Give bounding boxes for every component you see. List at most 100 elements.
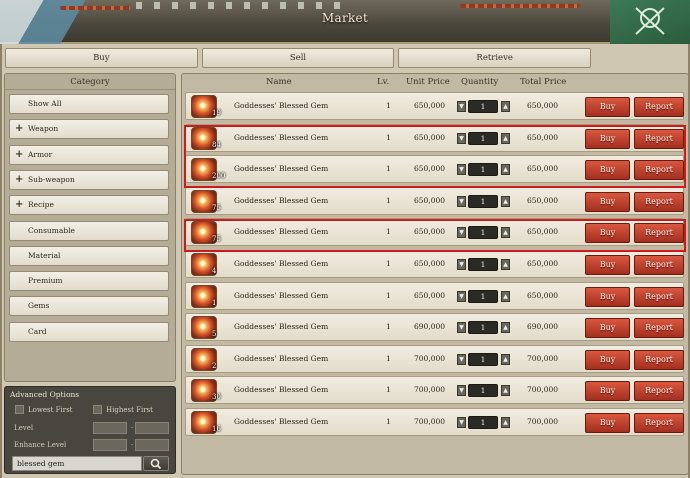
decrease-arrow-icon[interactable]: ▼ xyxy=(457,195,466,207)
buy-button[interactable]: Buy xyxy=(585,191,630,212)
table-row: 200 Goddesses' Blessed Gem 1 650,000 ▼ 1 ▲ 650,… xyxy=(185,155,684,184)
quantity-input[interactable]: 1 xyxy=(468,289,498,303)
buy-button[interactable]: Buy xyxy=(585,286,630,307)
expand-plus-icon[interactable]: + xyxy=(15,196,23,214)
item-level: 1 xyxy=(386,227,391,237)
search-button[interactable] xyxy=(143,456,169,471)
report-button[interactable]: Report xyxy=(634,128,684,149)
increase-arrow-icon[interactable]: ▲ xyxy=(501,164,510,176)
buy-button[interactable]: Buy xyxy=(585,97,630,117)
lowest-first-checkbox[interactable]: Lowest First xyxy=(15,405,72,414)
increase-arrow-icon[interactable]: ▲ xyxy=(501,259,510,270)
tab-sell[interactable]: Sell xyxy=(201,48,395,68)
category-item[interactable]: + Recipe xyxy=(9,195,169,216)
buy-button[interactable]: Buy xyxy=(585,255,630,275)
total-price: 650,000 xyxy=(527,290,559,300)
increase-arrow-icon[interactable]: ▲ xyxy=(501,353,510,365)
item-name: Goddesses' Blessed Gem xyxy=(234,290,329,300)
enhance-max-input[interactable] xyxy=(135,439,169,451)
decrease-arrow-icon[interactable]: ▼ xyxy=(457,132,466,144)
checkbox-icon xyxy=(15,405,24,414)
level-max-input[interactable] xyxy=(135,422,169,434)
report-button[interactable]: Report xyxy=(634,349,684,370)
level-min-input[interactable] xyxy=(93,422,127,434)
quantity-input[interactable]: 1 xyxy=(468,131,498,145)
decrease-arrow-icon[interactable]: ▼ xyxy=(457,353,466,365)
quantity-input[interactable]: 1 xyxy=(468,100,498,113)
quantity-input[interactable]: 1 xyxy=(468,352,498,366)
increase-arrow-icon[interactable]: ▲ xyxy=(501,132,510,144)
category-item[interactable]: Consumable xyxy=(9,220,169,241)
buy-button[interactable]: Buy xyxy=(585,223,630,244)
decrease-arrow-icon[interactable]: ▼ xyxy=(457,385,466,397)
expand-plus-icon[interactable]: + xyxy=(15,120,23,138)
report-button[interactable]: Report xyxy=(634,413,684,433)
buy-button[interactable]: Buy xyxy=(585,318,630,339)
category-item[interactable]: + Sub-weapon xyxy=(9,169,169,190)
quantity-input[interactable]: 1 xyxy=(468,416,498,429)
buy-button[interactable]: Buy xyxy=(585,381,630,402)
expand-plus-icon[interactable]: + xyxy=(15,146,23,164)
buy-button[interactable]: Buy xyxy=(585,160,630,181)
tab-buy[interactable]: Buy xyxy=(5,48,198,68)
decrease-arrow-icon[interactable]: ▼ xyxy=(457,227,466,239)
category-item[interactable]: + Armor xyxy=(9,144,169,165)
quantity-input[interactable]: 1 xyxy=(468,321,498,335)
decrease-arrow-icon[interactable]: ▼ xyxy=(457,101,466,112)
quantity-stepper: ▼ 1 ▲ xyxy=(457,163,510,177)
increase-arrow-icon[interactable]: ▲ xyxy=(501,101,510,112)
advanced-options: Advanced Options Lowest First Highest Fi… xyxy=(4,386,176,474)
quantity-input[interactable]: 1 xyxy=(468,163,498,177)
rope-decoration-right xyxy=(460,4,580,8)
quantity-stepper: ▼ 1 ▲ xyxy=(457,384,510,398)
category-item[interactable]: Card xyxy=(9,321,169,342)
decrease-arrow-icon[interactable]: ▼ xyxy=(457,259,466,270)
category-item[interactable]: + Weapon xyxy=(9,119,169,140)
market-panel: Buy Sell Retrieve Category Show All + Weap… xyxy=(0,44,690,478)
increase-arrow-icon[interactable]: ▲ xyxy=(501,385,510,397)
increase-arrow-icon[interactable]: ▲ xyxy=(501,322,510,334)
expand-plus-icon[interactable]: + xyxy=(15,171,23,189)
enhance-min-input[interactable] xyxy=(93,439,127,451)
increase-arrow-icon[interactable]: ▲ xyxy=(501,290,510,302)
decrease-arrow-icon[interactable]: ▼ xyxy=(457,417,466,428)
increase-arrow-icon[interactable]: ▲ xyxy=(501,227,510,239)
magnifier-icon xyxy=(150,458,162,470)
item-level: 1 xyxy=(386,132,391,142)
increase-arrow-icon[interactable]: ▲ xyxy=(501,195,510,207)
quantity-input[interactable]: 1 xyxy=(468,194,498,208)
item-level: 1 xyxy=(386,101,391,110)
item-name: Goddesses' Blessed Gem xyxy=(234,322,329,332)
window-title: Market xyxy=(321,11,369,25)
search-input[interactable]: blessed gem xyxy=(12,456,142,471)
decrease-arrow-icon[interactable]: ▼ xyxy=(457,164,466,176)
buy-button[interactable]: Buy xyxy=(585,349,630,370)
category-item[interactable]: Material xyxy=(9,245,169,266)
category-item[interactable]: Show All xyxy=(9,94,169,114)
report-button[interactable]: Report xyxy=(634,223,684,244)
tab-retrieve[interactable]: Retrieve xyxy=(398,48,592,68)
quantity-input[interactable]: 1 xyxy=(468,226,498,240)
category-item[interactable]: Premium xyxy=(9,271,169,292)
listing-table: Name Lv. Unit Price Quantity Total Price… xyxy=(181,73,689,475)
report-button[interactable]: Report xyxy=(634,160,684,181)
title-banner: Market xyxy=(0,0,690,44)
item-level: 1 xyxy=(386,164,391,174)
quantity-input[interactable]: 1 xyxy=(468,258,498,271)
decrease-arrow-icon[interactable]: ▼ xyxy=(457,322,466,334)
report-button[interactable]: Report xyxy=(634,318,684,339)
decrease-arrow-icon[interactable]: ▼ xyxy=(457,290,466,302)
report-button[interactable]: Report xyxy=(634,97,684,117)
highest-first-checkbox[interactable]: Highest First xyxy=(93,405,153,414)
quantity-input[interactable]: 1 xyxy=(468,384,498,398)
report-button[interactable]: Report xyxy=(634,191,684,212)
buy-button[interactable]: Buy xyxy=(585,413,630,433)
stack-count-badge: 16 xyxy=(212,425,221,433)
buy-button[interactable]: Buy xyxy=(585,128,630,149)
category-item[interactable]: Gems xyxy=(9,296,169,317)
category-item-label: Show All xyxy=(28,99,62,108)
increase-arrow-icon[interactable]: ▲ xyxy=(501,417,510,428)
report-button[interactable]: Report xyxy=(634,381,684,402)
report-button[interactable]: Report xyxy=(634,286,684,307)
report-button[interactable]: Report xyxy=(634,255,684,275)
